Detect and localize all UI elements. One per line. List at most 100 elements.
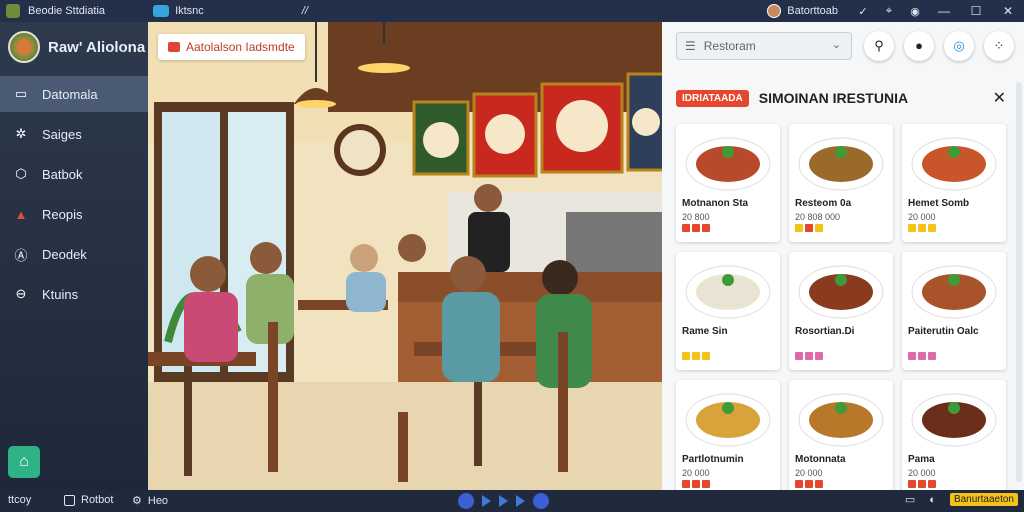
home-icon: ⌂ (19, 453, 29, 470)
sidebar-title: Raw' Aliolona (48, 38, 146, 56)
more-button[interactable]: ⁘ (984, 31, 1014, 61)
dish-tags (908, 352, 936, 360)
dish-name: Motonnata (795, 454, 846, 465)
menu-item-card[interactable]: Pama 20 000 (902, 380, 1006, 498)
display-icon[interactable]: ▭ (905, 493, 915, 506)
restaurant-logo-icon (8, 31, 40, 63)
panel-toolbar: ☰ Restoram ⌄ ⚲ ● ◎ ⁘ (662, 22, 1024, 74)
tray-badge[interactable]: Banurtaaeton (949, 493, 1018, 506)
sidebar: Raw' Aliolona ▭ Datomala ✲ Saiges ⬡ Batb… (0, 22, 148, 490)
menu-item-card[interactable]: Resteom 0a 20 808 000 (789, 124, 893, 242)
dish-image (911, 137, 997, 191)
pin-icon[interactable]: ⌖ (876, 5, 902, 18)
menu-item-card[interactable]: Motnanon Sta 20 800 (676, 124, 780, 242)
avatar (767, 4, 782, 18)
tag-icon (682, 480, 690, 488)
dish-image (798, 393, 884, 447)
tag-icon (702, 352, 710, 360)
menu-item-card[interactable]: Partlotnumin 20 000 (676, 380, 780, 498)
dish-price: 20 000 (908, 468, 936, 478)
play-button[interactable] (482, 495, 491, 507)
dish-name: Rame Sin (682, 326, 728, 337)
palette-icon[interactable]: ◉ (902, 5, 928, 18)
search-button[interactable]: ⚲ (864, 31, 894, 61)
dish-image (685, 137, 771, 191)
check-icon[interactable]: ✓ (850, 5, 876, 18)
dish-name: Resteom 0a (795, 198, 852, 209)
volume-icon[interactable]: ◐ (929, 494, 936, 506)
restaurant-name: SIMOINAN IRESTUNIA (758, 90, 909, 106)
sidebar-item-menu[interactable]: ▭ Datomala (0, 76, 148, 112)
taskbar-button-label: Heo (147, 494, 169, 507)
window-icon (64, 494, 75, 506)
sidebar-item-alerts[interactable]: ▲ Reopis (0, 196, 148, 232)
record-button[interactable] (458, 493, 474, 509)
tag-icon (702, 224, 710, 232)
sidebar-item-settings[interactable]: ✲ Saiges (0, 116, 148, 152)
dish-price: 20 800 (682, 212, 710, 222)
dish-price: 20 000 (795, 468, 823, 478)
tag-icon (795, 224, 803, 232)
tag-icon (928, 224, 936, 232)
dish-name: Rosortian.Di (795, 326, 855, 337)
scrollbar[interactable] (1016, 82, 1022, 482)
sidebar-item-profile[interactable]: Ⓐ Deodek (0, 236, 148, 272)
share-icon: ◎ (953, 38, 965, 53)
window-titlebar: Beodie Sttdiatia Iktsnc // Batorttoab ✓ … (0, 0, 1024, 22)
share-button[interactable]: ◎ (944, 31, 974, 61)
menu-item-card[interactable]: Rosortian.Di (789, 252, 893, 370)
menu-item-card[interactable]: Rame Sin (676, 252, 780, 370)
tag-icon (918, 480, 926, 488)
dish-tags (795, 224, 823, 232)
menu-item-card[interactable]: Paiterutin Oalc (902, 252, 1006, 370)
minimize-button[interactable]: — (928, 4, 960, 18)
search-icon: ⚲ (874, 38, 884, 53)
menu-item-card[interactable]: Hemet Somb 20 000 (902, 124, 1006, 242)
dish-price: 20 000 (682, 468, 710, 478)
kitchen-icon: ⊖ (15, 286, 27, 301)
dish-tags (795, 352, 823, 360)
dish-price: 20 808 000 (795, 212, 841, 222)
tag-icon (682, 224, 690, 232)
home-button[interactable]: ⌂ (8, 446, 40, 478)
browser-tab[interactable]: Iktsnc (153, 5, 204, 17)
tag-icon (815, 480, 823, 488)
dish-image (685, 393, 771, 447)
user-account[interactable]: Batorttoab (767, 4, 838, 18)
sidebar-header: Raw' Aliolona (0, 22, 148, 72)
dish-tags (682, 224, 710, 232)
tag-icon (682, 352, 690, 360)
restaurant-dropdown[interactable]: ☰ Restoram ⌄ (676, 32, 852, 60)
sidebar-item-label: Ktuins (42, 286, 79, 302)
taskbar-button-2[interactable]: ⚙ Heo (132, 494, 169, 508)
taskbar-label: ttcoy (8, 494, 32, 506)
taskbar-button-1[interactable]: Rotbot (64, 494, 113, 506)
tag-icon (702, 480, 710, 488)
maximize-button[interactable]: ☐ (960, 4, 992, 18)
tab-label: Iktsnc (175, 5, 204, 17)
sidebar-item-kitchen[interactable]: ⊖ Ktuins (0, 276, 148, 312)
chat-icon: ● (915, 38, 923, 53)
sidebar-item-hexagon[interactable]: ⬡ Batbok (0, 156, 148, 192)
close-icon[interactable]: ✕ (993, 88, 1006, 108)
menu-grid: Motnanon Sta 20 800 Resteom 0a 20 808 000 He… (676, 124, 1010, 498)
tag-icon (908, 352, 916, 360)
alert-icon: ▲ (14, 206, 28, 222)
dish-image (798, 137, 884, 191)
tab-icon (153, 5, 170, 17)
tag-icon (815, 352, 823, 360)
chat-button[interactable]: ● (904, 31, 934, 61)
dish-image (798, 265, 884, 319)
gear-icon: ⚙ (132, 495, 142, 507)
forward-button[interactable] (516, 495, 525, 507)
stop-button[interactable] (533, 493, 549, 509)
user-name: Batorttoab (787, 5, 838, 17)
taskbar-tray: ▭ ◐ Banurtaaeton (905, 493, 1018, 506)
dish-tags (908, 480, 936, 488)
dish-name: Pama (908, 454, 935, 465)
dish-price: 20 000 (908, 212, 936, 222)
close-window-button[interactable]: ✕ (992, 4, 1024, 18)
taskbar-button-label: Rotbot (81, 494, 114, 506)
next-button[interactable] (499, 495, 508, 507)
menu-item-card[interactable]: Motonnata 20 000 (789, 380, 893, 498)
